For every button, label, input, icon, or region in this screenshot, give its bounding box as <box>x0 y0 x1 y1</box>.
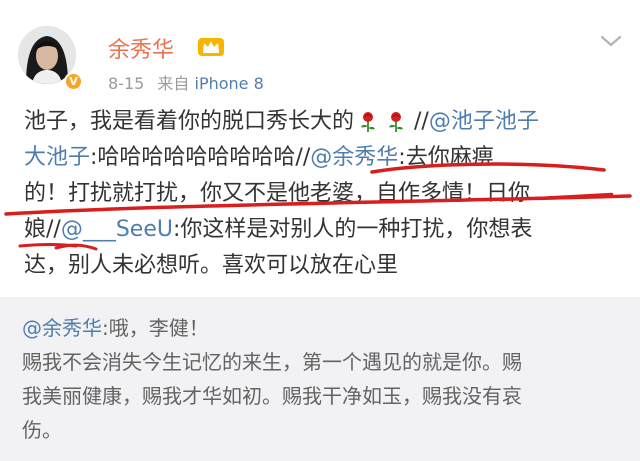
mention-link[interactable]: @池子池子 <box>429 104 539 140</box>
quoted-line-3: 我美丽健康，赐我才华如初。赐我干净如玉，赐我没有哀 <box>22 384 522 408</box>
weibo-post: V 余秀华 8-15 来自 iPhone 8 池子，我是看着你的脱口秀长大的 /… <box>0 0 640 461</box>
post-date: 8-15 <box>108 74 145 93</box>
text-segment: // <box>414 109 429 134</box>
quoted-post[interactable]: @余秀华:哦，李健！ 赐我不会消失今生记忆的来生，第一个遇见的就是你。赐 我美丽… <box>0 297 640 461</box>
content-line-3: 的！打扰就打扰，你又不是他老婆，自作多情！日你 <box>24 176 624 212</box>
quoted-post-text: @余秀华:哦，李健！ 赐我不会消失今生记忆的来生，第一个遇见的就是你。赐 我美丽… <box>22 311 622 447</box>
chevron-down-icon[interactable] <box>600 34 622 48</box>
mention-link[interactable]: @___SeeU <box>61 212 173 248</box>
text-segment: :去你麻痹 <box>398 145 494 170</box>
quoted-line-2: 赐我不会消失今生记忆的来生，第一个遇见的就是你。赐 <box>22 350 522 374</box>
mention-link[interactable]: @余秀华 <box>22 316 102 340</box>
post-content: 池子，我是看着你的脱口秀长大的 // @池子池子 大池子 :哈哈哈哈哈哈哈哈哈/… <box>24 104 624 284</box>
source-prefix: 来自 <box>157 74 190 93</box>
text-segment: :哦，李健！ <box>102 316 209 340</box>
text-segment: 娘// <box>24 217 61 242</box>
quoted-line-1: @余秀华:哦，李健！ <box>22 311 622 345</box>
text-segment: 池子，我是看着你的脱口秀长大的 <box>24 109 355 134</box>
mention-link[interactable]: @余秀华 <box>310 140 398 176</box>
text-segment: 的！打扰就打扰，你又不是他老婆，自作多情！日你 <box>24 181 531 206</box>
text-segment: 达，别人未必想听。喜欢可以放在心里 <box>24 253 399 278</box>
content-line-1: 池子，我是看着你的脱口秀长大的 // @池子池子 <box>24 104 624 140</box>
rose-emoji-icon <box>361 112 376 132</box>
text-segment: :哈哈哈哈哈哈哈哈哈// <box>90 145 311 170</box>
verified-badge-icon: V <box>64 72 83 91</box>
source-device[interactable]: iPhone 8 <box>195 74 264 93</box>
quoted-line-4: 伤。 <box>22 418 62 442</box>
text-segment: :你这样是对别人的一种打扰，你想表 <box>172 217 533 242</box>
post-meta: 8-15 来自 iPhone 8 <box>108 70 264 94</box>
content-line-5: 达，别人未必想听。喜欢可以放在心里 <box>24 248 624 284</box>
vip-crown-icon[interactable] <box>197 36 225 58</box>
author-name[interactable]: 余秀华 <box>108 32 174 64</box>
rose-emoji-icon <box>389 112 404 132</box>
content-line-4: 娘// @___SeeU :你这样是对别人的一种打扰，你想表 <box>24 212 624 248</box>
content-line-2: 大池子 :哈哈哈哈哈哈哈哈哈// @余秀华 :去你麻痹 <box>24 140 624 176</box>
mention-link[interactable]: 大池子 <box>24 140 90 176</box>
